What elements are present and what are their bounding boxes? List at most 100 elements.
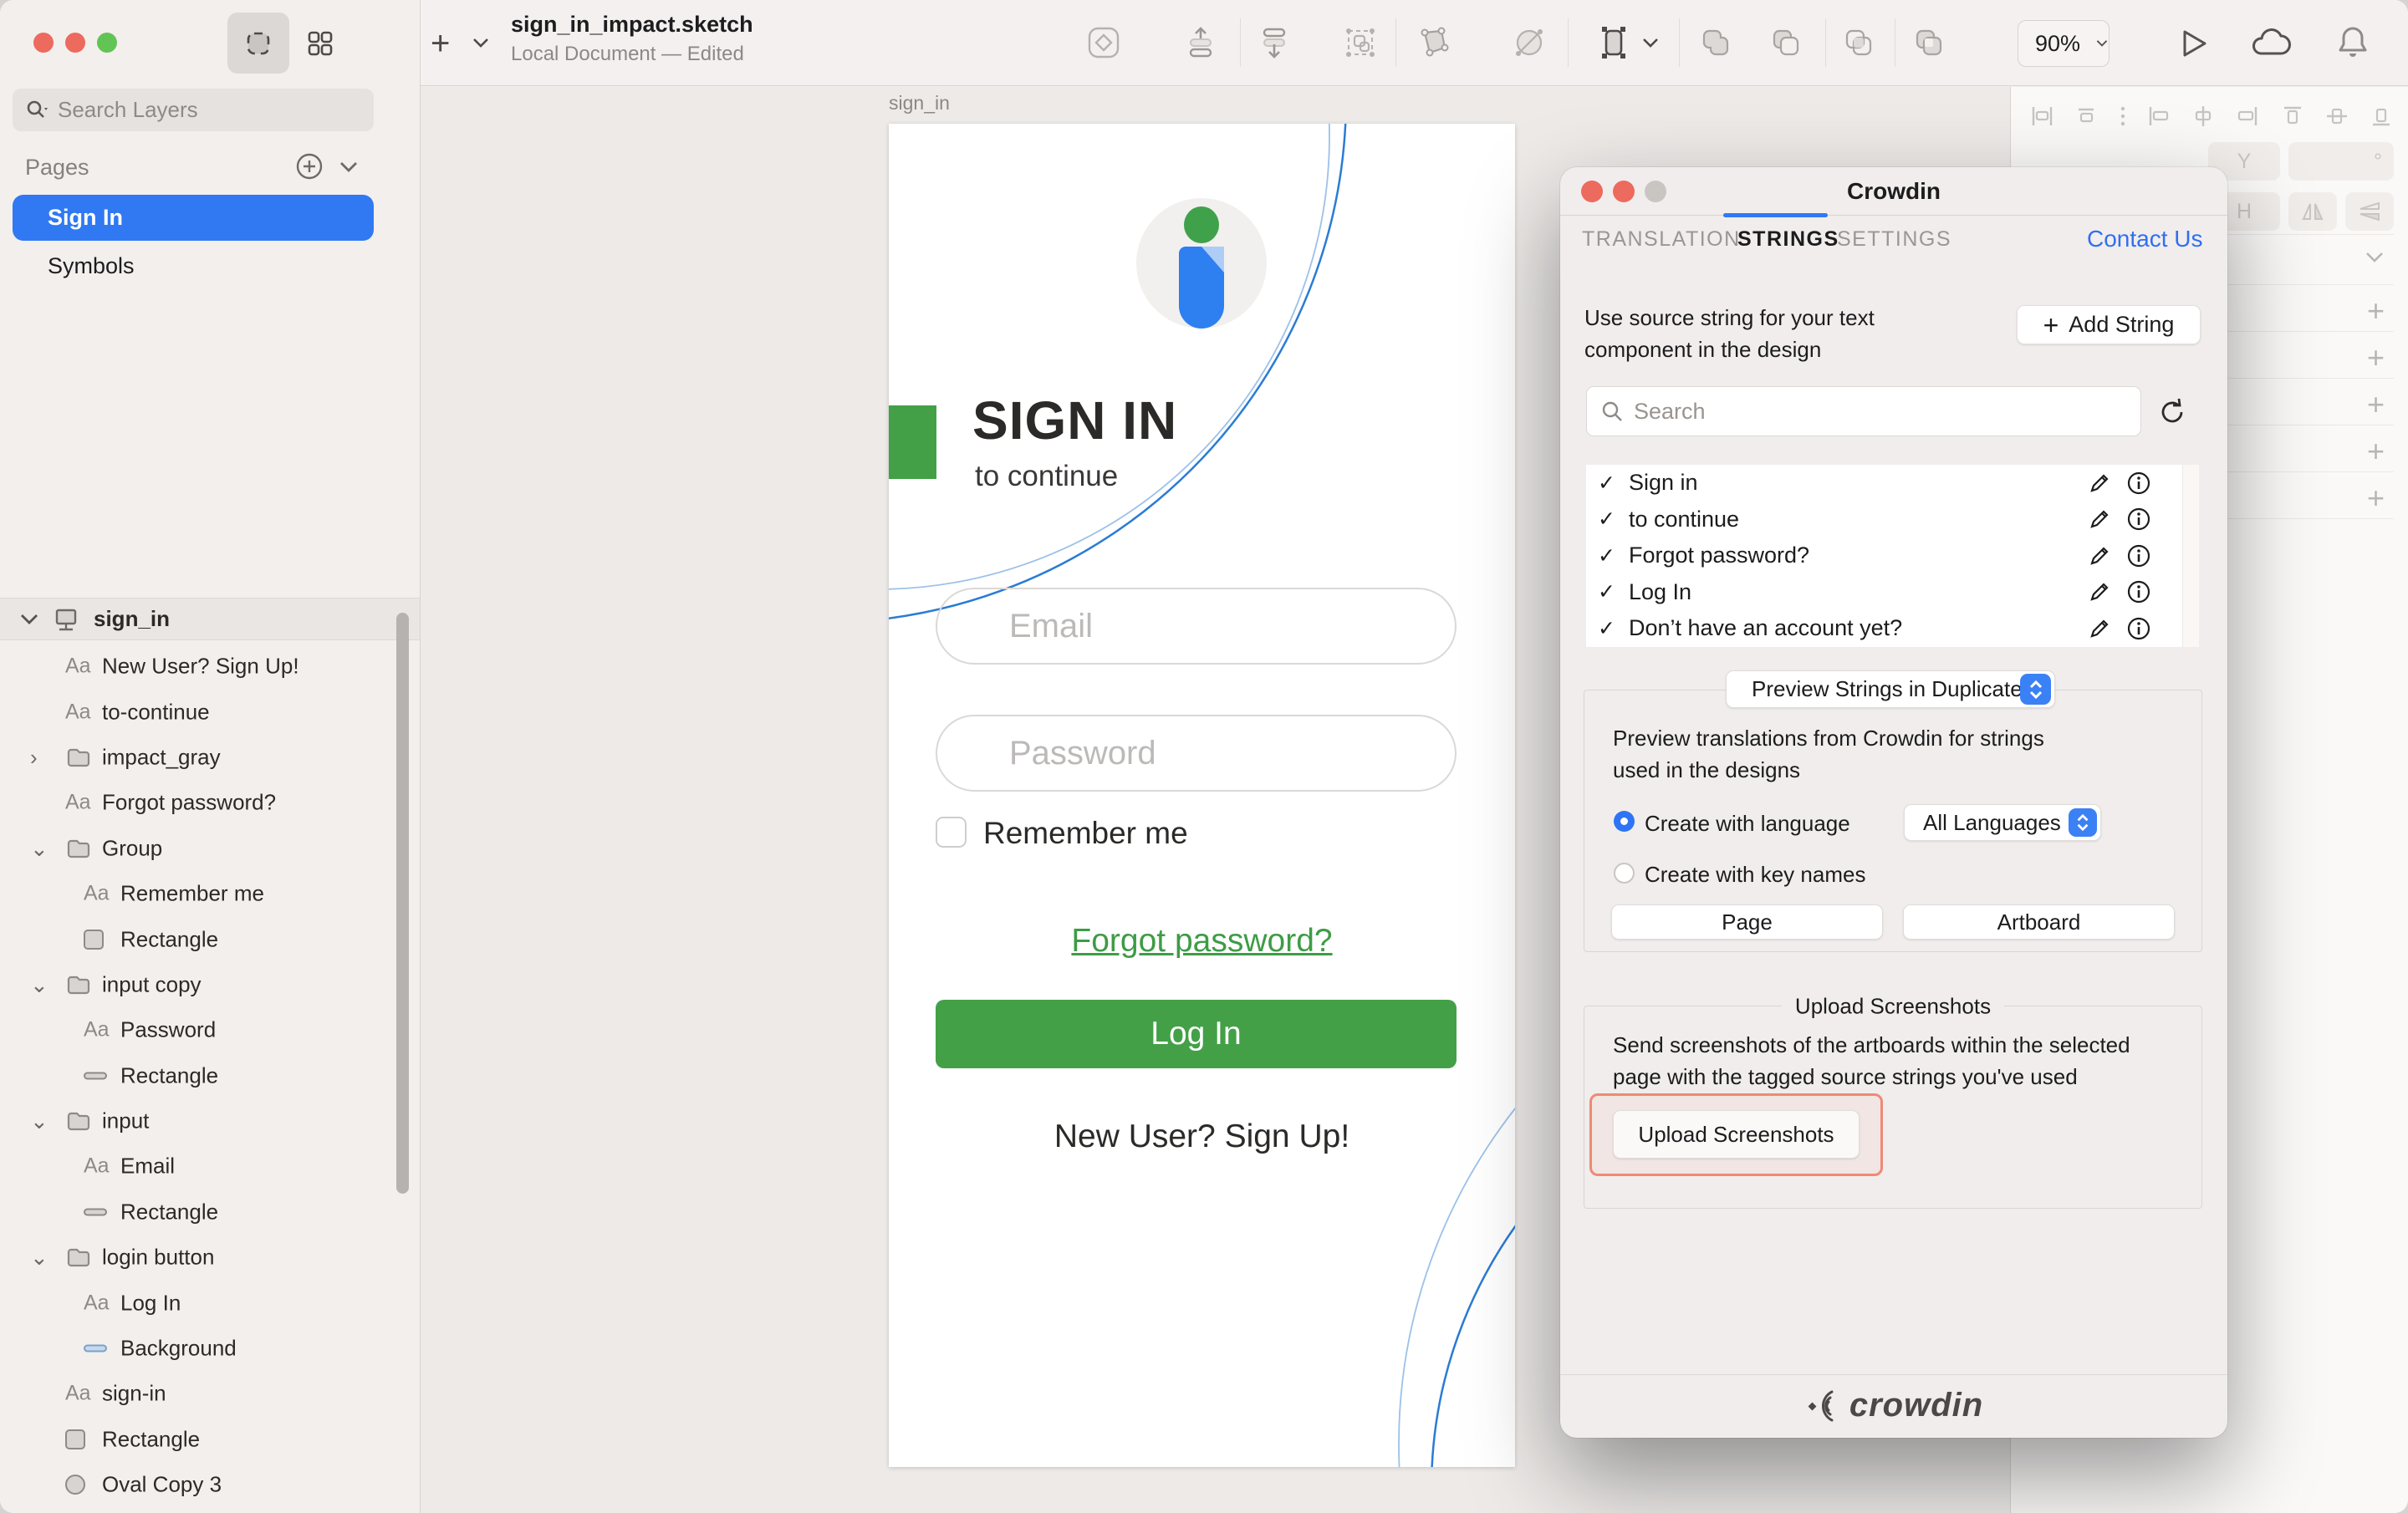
page-button[interactable]: Page [1611, 904, 1883, 940]
edit-vector-tool-icon[interactable] [1413, 23, 1453, 63]
string-row[interactable]: ✓ Forgot password? [1586, 537, 2182, 574]
align-center-horizontal-icon[interactable] [2072, 102, 2100, 130]
edit-pencil-icon[interactable] [2087, 579, 2112, 604]
edit-pencil-icon[interactable] [2087, 543, 2112, 568]
chevron-down-icon[interactable]: ⌄ [30, 1110, 48, 1132]
contact-us-link[interactable]: Contact Us [2087, 226, 2203, 252]
layer-row[interactable]: Background [0, 1326, 420, 1371]
cloud-sync-button[interactable] [2250, 27, 2297, 60]
tab-settings[interactable]: SETTINGS [1837, 227, 1951, 252]
artboard-view-toggle[interactable] [227, 13, 289, 74]
preview-play-button[interactable] [2176, 25, 2212, 62]
section-collapse-chevron-icon[interactable] [2362, 250, 2387, 267]
rotation-field[interactable]: ° [2288, 142, 2394, 181]
layer-row[interactable]: Rectangle [0, 916, 420, 961]
insert-plus-button[interactable]: + [431, 27, 450, 60]
strings-list-scrollbar[interactable] [2182, 465, 2199, 647]
remember-me-checkbox[interactable] [936, 817, 967, 848]
chevron-down-icon[interactable]: ⌄ [30, 1246, 48, 1268]
string-row[interactable]: ✓ Log In [1586, 574, 2182, 611]
resize-constraints-tool-icon[interactable] [1594, 23, 1634, 63]
dialog-titlebar[interactable]: Crowdin [1560, 167, 2227, 216]
grid-view-toggle[interactable] [289, 13, 351, 74]
upload-screenshots-button[interactable]: Upload Screenshots [1613, 1110, 1860, 1159]
layer-row[interactable]: Rectangle [0, 1053, 420, 1098]
strings-search-input[interactable] [1634, 399, 2102, 425]
align-left-edges-icon[interactable] [2145, 102, 2173, 130]
info-icon[interactable] [2125, 578, 2152, 605]
align-top-icon[interactable] [2278, 102, 2307, 130]
layer-row[interactable]: Rectangle [0, 1417, 420, 1462]
chevron-right-icon[interactable]: › [30, 746, 38, 768]
refresh-strings-icon[interactable] [2156, 396, 2188, 428]
boolean-intersect-icon[interactable] [1839, 23, 1879, 63]
info-icon[interactable] [2125, 543, 2152, 569]
boolean-subtract-icon[interactable] [1766, 23, 1806, 63]
forgot-password-link[interactable]: Forgot password? [889, 923, 1515, 960]
layer-row[interactable]: Aa New User? Sign Up! [0, 644, 420, 689]
artboard-button[interactable]: Artboard [1903, 904, 2175, 940]
layer-row[interactable]: Aa Forgot password? [0, 780, 420, 825]
edit-pencil-icon[interactable] [2087, 616, 2112, 641]
pages-collapse-chevron-icon[interactable] [336, 159, 361, 176]
sign-up-text[interactable]: New User? Sign Up! [889, 1118, 1515, 1155]
layer-row[interactable]: ⌄ Group [0, 826, 420, 871]
chevron-down-icon[interactable]: ⌄ [30, 974, 48, 996]
more-options-icon[interactable] [2117, 102, 2129, 130]
info-icon[interactable] [2125, 615, 2152, 642]
flip-vertical-button[interactable] [2345, 192, 2394, 231]
preview-strings-dropdown[interactable]: Preview Strings in Duplicate [1726, 670, 2055, 708]
email-field[interactable]: Email [936, 588, 1457, 665]
edit-pencil-icon[interactable] [2087, 471, 2112, 496]
artboard-sign-in[interactable]: SIGN IN to continue Email Password Remem… [889, 124, 1515, 1467]
resize-chevron-icon[interactable] [1641, 37, 1660, 49]
layer-row[interactable]: Oval Copy 3 [0, 1462, 420, 1507]
search-layers-field[interactable] [13, 89, 374, 131]
string-row[interactable]: ✓ Don’t have an account yet? [1586, 610, 2182, 647]
boolean-union-icon[interactable] [1696, 23, 1736, 63]
layer-row[interactable]: › impact_gray [0, 735, 420, 780]
dialog-close-button[interactable] [1581, 181, 1603, 202]
layer-row[interactable]: ⌄ input copy [0, 962, 420, 1007]
search-layers-input[interactable] [58, 97, 342, 123]
align-right-edges-icon[interactable] [2233, 102, 2262, 130]
insert-chevron-icon[interactable] [471, 37, 491, 50]
dialog-minimize-button[interactable] [1613, 181, 1635, 202]
info-icon[interactable] [2125, 470, 2152, 497]
layer-row[interactable]: Aa Email [0, 1144, 420, 1189]
log-in-button[interactable]: Log In [936, 1000, 1457, 1068]
window-minimize-button[interactable] [65, 33, 85, 53]
add-style-button[interactable]: + [2367, 343, 2385, 373]
edit-pencil-icon[interactable] [2087, 507, 2112, 532]
artboard-title-label[interactable]: sign_in [889, 92, 950, 115]
sidebar-page-symbols[interactable]: Symbols [48, 253, 135, 279]
layer-row[interactable]: Aa to-continue [0, 689, 420, 734]
zoom-level-dropdown[interactable]: 90% [2018, 20, 2110, 67]
window-close-button[interactable] [33, 33, 54, 53]
insert-symbol-tool-icon[interactable] [1084, 23, 1124, 63]
sidebar-scrollbar[interactable] [396, 613, 409, 1194]
add-page-icon[interactable] [294, 151, 324, 181]
add-style-button[interactable]: + [2367, 436, 2385, 466]
rotate-tool-icon[interactable] [1509, 23, 1549, 63]
boolean-difference-icon[interactable] [1909, 23, 1949, 63]
info-icon[interactable] [2125, 506, 2152, 532]
language-dropdown[interactable]: All Languages [1904, 804, 2101, 841]
layer-row[interactable]: ⌄ login button [0, 1235, 420, 1280]
password-field[interactable]: Password [936, 715, 1457, 792]
group-selection-tool-icon[interactable] [1340, 23, 1380, 63]
create-with-key-names-radio[interactable] [1614, 863, 1635, 884]
align-left-icon[interactable] [2028, 102, 2056, 130]
layer-row[interactable]: Aa Remember me [0, 871, 420, 916]
tab-translation[interactable]: TRANSLATION [1582, 227, 1741, 252]
window-zoom-button[interactable] [97, 33, 117, 53]
layers-root-row[interactable]: sign_in [0, 598, 420, 640]
tab-strings[interactable]: STRINGS [1737, 227, 1839, 252]
align-center-icon[interactable] [2189, 102, 2217, 130]
layer-row[interactable]: Aa sign-in [0, 1371, 420, 1416]
layer-row[interactable]: Aa Log In [0, 1280, 420, 1325]
string-row[interactable]: ✓ to continue [1586, 502, 2182, 538]
chevron-down-icon[interactable]: ⌄ [30, 838, 48, 859]
create-with-language-radio[interactable] [1614, 811, 1635, 832]
align-middle-icon[interactable] [2323, 102, 2351, 130]
